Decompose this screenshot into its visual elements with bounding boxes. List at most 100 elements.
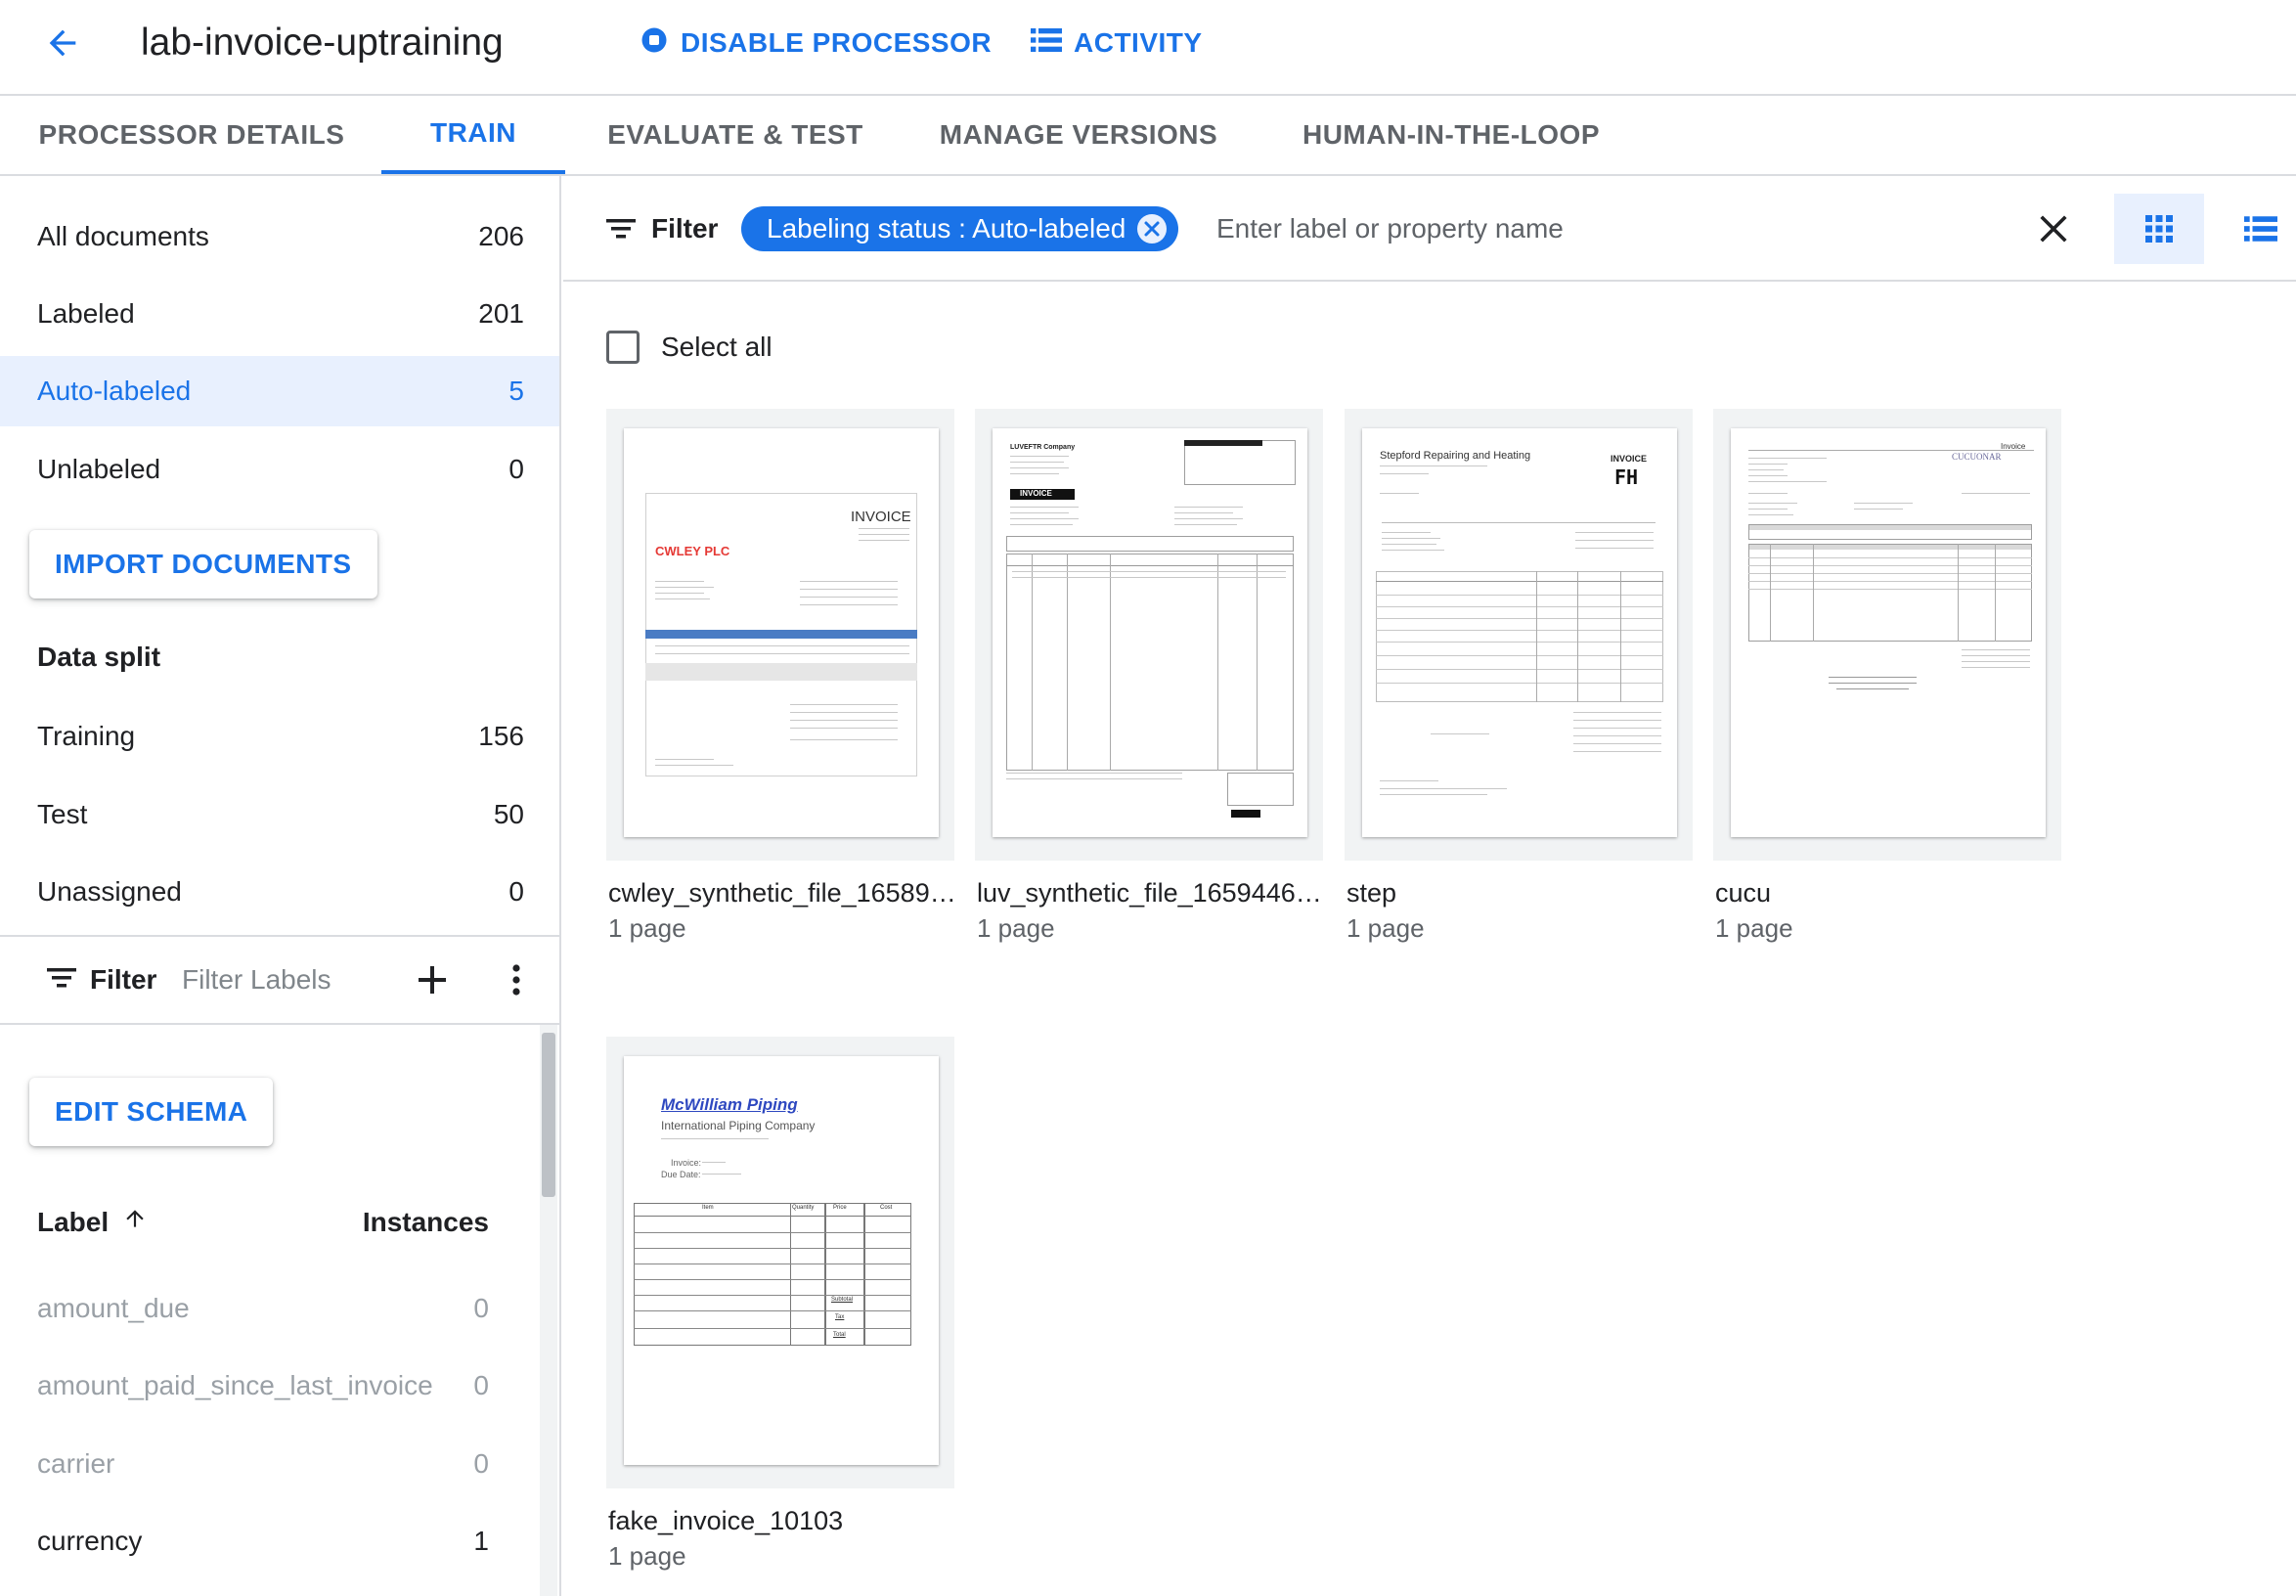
tab-manage-versions[interactable]: MANAGE VERSIONS bbox=[923, 96, 1234, 174]
preview-line bbox=[1748, 565, 2032, 566]
preview-col-cost: Cost bbox=[880, 1205, 893, 1211]
labeling-status-chip[interactable]: Labeling status : Auto-labeled bbox=[741, 206, 1179, 251]
preview-table-header bbox=[1749, 545, 2031, 550]
chip-remove-icon[interactable] bbox=[1137, 214, 1168, 244]
label-filter-bar: Filter bbox=[0, 935, 559, 1025]
label-row[interactable]: amount_paid_since_last_invoice 0 bbox=[37, 1356, 489, 1415]
preview-line bbox=[655, 593, 704, 594]
more-vert-icon[interactable] bbox=[497, 958, 536, 1001]
disable-processor-button[interactable]: DISABLE PROCESSOR bbox=[640, 22, 992, 65]
tab-evaluate-test[interactable]: EVALUATE & TEST bbox=[589, 96, 882, 174]
preview-line bbox=[1573, 712, 1661, 713]
preview-line bbox=[1575, 540, 1654, 541]
preview-total-label: Total bbox=[833, 1332, 846, 1338]
preview-line bbox=[655, 587, 714, 588]
preview-line bbox=[1748, 493, 1788, 494]
label-row[interactable]: currency 1 bbox=[37, 1512, 489, 1571]
label-table-header: Label Instances bbox=[37, 1205, 489, 1239]
document-thumbnail[interactable]: INVOICE CWLEY PLC bbox=[606, 409, 954, 861]
instances-column-title: Instances bbox=[362, 1206, 489, 1237]
preview-line bbox=[1962, 655, 2030, 656]
label-property-search-input[interactable] bbox=[1216, 207, 1901, 250]
split-label: Training bbox=[37, 721, 136, 751]
preview-table-col bbox=[864, 1203, 911, 1346]
import-documents-button[interactable]: IMPORT DOCUMENTS bbox=[29, 530, 377, 598]
label-name: currency bbox=[37, 1526, 143, 1556]
preview-line bbox=[1382, 538, 1440, 539]
preview-line bbox=[1380, 780, 1438, 781]
preview-line bbox=[1010, 524, 1073, 525]
preview-line bbox=[790, 712, 898, 713]
disable-processor-label: DISABLE PROCESSOR bbox=[681, 27, 993, 58]
filter-labels-input[interactable] bbox=[182, 960, 387, 999]
nav-count: 206 bbox=[478, 221, 524, 251]
filter-icon[interactable] bbox=[606, 217, 636, 245]
preview-line bbox=[1382, 522, 1656, 523]
invoice-preview: LUVEFTR Company INVOICE bbox=[993, 428, 1307, 837]
activity-button[interactable]: ACTIVITY bbox=[1031, 22, 1203, 65]
tab-train[interactable]: TRAIN bbox=[381, 96, 565, 174]
document-thumbnail[interactable]: Stepford Repairing and Heating INVOICE F… bbox=[1345, 409, 1693, 861]
preview-company-subtitle: International Piping Company bbox=[661, 1119, 816, 1132]
nav-auto-labeled[interactable]: Auto-labeled 5 bbox=[0, 356, 559, 426]
tab-human-in-the-loop[interactable]: HUMAN-IN-THE-LOOP bbox=[1287, 96, 1615, 174]
label-instances: 0 bbox=[473, 1293, 489, 1323]
filter-icon[interactable] bbox=[47, 966, 76, 995]
data-split-title: Data split bbox=[37, 642, 161, 672]
label-name: amount_due bbox=[37, 1293, 190, 1323]
document-thumbnail[interactable]: Invoice CUCUONAR bbox=[1713, 409, 2061, 861]
document-thumbnail[interactable]: LUVEFTR Company INVOICE bbox=[975, 409, 1323, 861]
preview-line bbox=[1748, 573, 2032, 574]
scrollbar-thumb[interactable] bbox=[542, 1033, 555, 1197]
preview-line bbox=[1010, 456, 1069, 457]
tab-processor-details[interactable]: PROCESSOR DETAILS bbox=[23, 96, 360, 174]
preview-invoice-title: INVOICE bbox=[1020, 489, 1052, 498]
preview-meta-box bbox=[1006, 536, 1294, 552]
label-instances: 1 bbox=[473, 1526, 489, 1556]
arrow-up-icon bbox=[122, 1205, 148, 1239]
preview-line bbox=[1382, 544, 1436, 545]
nav-count: 0 bbox=[508, 454, 524, 484]
preview-company-name: LUVEFTR Company bbox=[1010, 444, 1076, 451]
sidebar-scrollbar[interactable] bbox=[540, 1025, 557, 1596]
document-thumbnail[interactable]: McWilliam Piping International Piping Co… bbox=[606, 1037, 954, 1488]
preview-line bbox=[1748, 464, 1788, 465]
nav-count: 5 bbox=[508, 376, 524, 406]
preview-col-price: Price bbox=[833, 1205, 847, 1211]
label-instances: 0 bbox=[473, 1370, 489, 1400]
label-row[interactable]: carrier 0 bbox=[37, 1435, 489, 1493]
label-sort-header[interactable]: Label bbox=[37, 1205, 148, 1239]
nav-count: 201 bbox=[478, 298, 524, 329]
list-icon bbox=[1031, 26, 1062, 61]
preview-line bbox=[1854, 503, 1913, 504]
select-all-checkbox[interactable]: Select all bbox=[606, 331, 773, 364]
label-row[interactable]: amount_due 0 bbox=[37, 1279, 489, 1338]
checkbox-box[interactable] bbox=[606, 331, 640, 364]
preview-line bbox=[1748, 475, 1788, 476]
preview-line bbox=[1813, 544, 1814, 642]
preview-line bbox=[800, 581, 898, 582]
list-view-icon[interactable] bbox=[2226, 194, 2296, 264]
grid-view-icon[interactable] bbox=[2114, 194, 2204, 264]
nav-label: All documents bbox=[37, 221, 209, 251]
preview-tax-label: Tax bbox=[835, 1314, 845, 1320]
document-name: luv_synthetic_file_16594466... bbox=[977, 878, 1329, 908]
document-name: fake_invoice_10103 bbox=[608, 1506, 844, 1535]
nav-all-documents[interactable]: All documents 206 bbox=[0, 201, 559, 272]
nav-labeled[interactable]: Labeled 201 bbox=[0, 279, 559, 349]
clear-filter-icon[interactable] bbox=[2032, 207, 2075, 250]
preview-line bbox=[1577, 571, 1578, 702]
preview-line bbox=[1573, 743, 1661, 744]
split-label: Test bbox=[37, 799, 88, 829]
preview-table-box bbox=[1748, 544, 2032, 642]
add-label-icon[interactable] bbox=[411, 958, 454, 1001]
preview-total-banner bbox=[1231, 810, 1260, 818]
back-arrow-icon[interactable] bbox=[39, 20, 86, 66]
preview-line bbox=[1110, 554, 1111, 771]
nav-unlabeled[interactable]: Unlabeled 0 bbox=[0, 434, 559, 505]
edit-schema-button[interactable]: EDIT SCHEMA bbox=[29, 1078, 274, 1146]
document-name: cucu bbox=[1715, 878, 1772, 908]
preview-line bbox=[1012, 571, 1286, 572]
preview-line bbox=[1748, 458, 1827, 459]
stop-circle-icon bbox=[640, 25, 669, 62]
